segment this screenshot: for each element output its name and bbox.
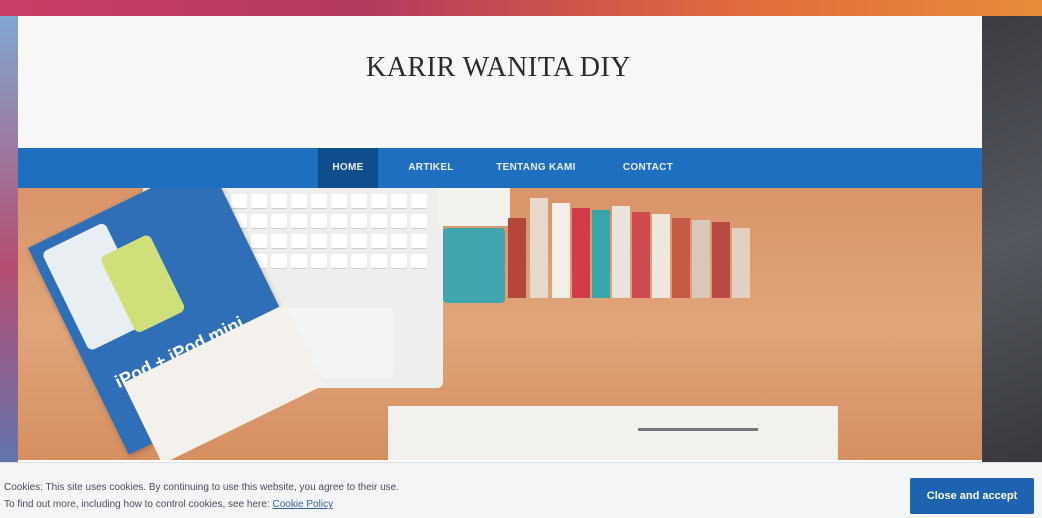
nav-item-artikel[interactable]: ARTIKEL bbox=[394, 148, 468, 188]
paper-image bbox=[388, 406, 838, 460]
background-strip bbox=[0, 0, 1042, 16]
site-title[interactable]: KARIR WANITA DIY bbox=[366, 52, 631, 84]
main-navigation: HOME ARTIKEL TENTANG KAMI CONTACT bbox=[18, 148, 982, 188]
mug-image bbox=[443, 228, 505, 303]
cookie-message-line2: To find out more, including how to contr… bbox=[4, 496, 724, 513]
nav-item-tentang-kami[interactable]: TENTANG KAMI bbox=[484, 148, 588, 188]
box-image bbox=[438, 188, 510, 226]
nav-item-home[interactable]: HOME bbox=[318, 148, 378, 188]
cookie-message-line2-text: To find out more, including how to contr… bbox=[4, 499, 270, 510]
close-and-accept-button[interactable]: Close and accept bbox=[910, 478, 1034, 514]
hero-image: iPod + iPod mini bbox=[18, 188, 982, 460]
cookie-banner: Cookies: This site uses cookies. By cont… bbox=[0, 462, 1042, 518]
background-left bbox=[0, 16, 18, 517]
web-page: KARIR WANITA DIY HOME ARTIKEL TENTANG KA… bbox=[18, 16, 982, 517]
books-image bbox=[508, 188, 808, 298]
nav-item-contact[interactable]: CONTACT bbox=[608, 148, 688, 188]
cookie-message: Cookies: This site uses cookies. By cont… bbox=[4, 479, 724, 513]
site-header: KARIR WANITA DIY bbox=[18, 16, 982, 148]
background-right bbox=[982, 16, 1042, 517]
cookie-policy-link[interactable]: Cookie Policy bbox=[272, 499, 333, 510]
cookie-message-line1: Cookies: This site uses cookies. By cont… bbox=[4, 482, 400, 493]
